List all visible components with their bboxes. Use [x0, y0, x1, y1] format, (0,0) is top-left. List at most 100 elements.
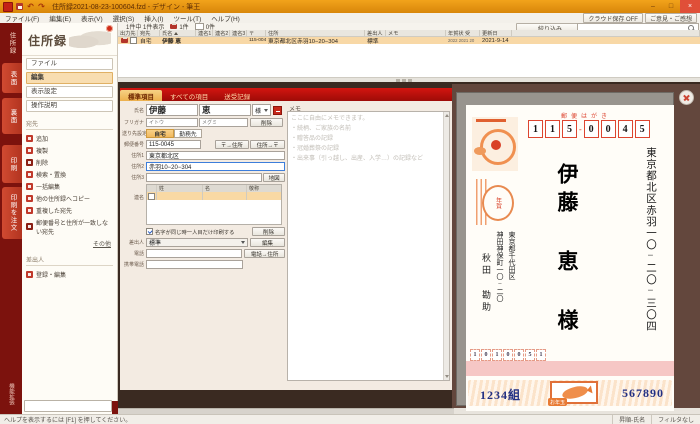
- honorific-value: 様: [255, 108, 262, 115]
- rail-tab-extensions[interactable]: 機能拡張: [0, 377, 22, 411]
- same-surname-option[interactable]: 名字が同じ時一人目だけ印刷する: [146, 228, 234, 236]
- sidebar-nav-edit[interactable]: 編集: [26, 72, 113, 84]
- sidebar-item-duplicate[interactable]: 複製: [26, 144, 113, 156]
- cell-joint2: [213, 37, 230, 44]
- col-address[interactable]: 住所: [266, 30, 365, 37]
- zip-field[interactable]: 115-0045: [146, 140, 201, 149]
- col-nenga[interactable]: 年賀状 受: [446, 30, 480, 37]
- map-button[interactable]: 地図: [263, 173, 285, 182]
- add-icon: [26, 134, 33, 142]
- phone-to-address-button[interactable]: 電話→住所: [244, 249, 285, 258]
- joint-row-checkbox[interactable]: [148, 192, 155, 200]
- col-joint3[interactable]: 連名3: [230, 30, 247, 37]
- col-joint1[interactable]: 連名1: [196, 30, 213, 37]
- same-surname-checkbox[interactable]: [146, 228, 153, 235]
- destination-work-toggle[interactable]: 勤務先: [174, 129, 202, 138]
- delete-joint-button[interactable]: 削除: [252, 227, 285, 236]
- memo-scrollbar[interactable]: [443, 112, 449, 380]
- sender-block[interactable]: 東京都千代田区 神田神保町一〇−二〇 秋田 勘助: [478, 231, 517, 343]
- feedback-button[interactable]: ご意見・ご感想: [644, 13, 697, 23]
- edit-sender-button[interactable]: 編集: [250, 238, 285, 247]
- menu-edit[interactable]: 編集(E): [44, 13, 76, 23]
- close-preview-button[interactable]: [679, 90, 694, 105]
- scroll-up-icon[interactable]: [445, 114, 449, 117]
- col-name[interactable]: 氏名: [160, 30, 196, 37]
- mobile-field[interactable]: [146, 260, 243, 269]
- joint-empty-rows[interactable]: [147, 200, 281, 224]
- minimize-button[interactable]: –: [644, 0, 662, 13]
- col-updated[interactable]: 更新日: [480, 30, 512, 37]
- sidebar-item-register-edit-sender[interactable]: 登録・編集: [26, 268, 113, 280]
- memo-textarea[interactable]: ここに自由にメモできます。 ・続柄、ご家族の名前 ・贈答品の記録 ・冠婚葬祭の記…: [287, 111, 450, 381]
- cell-zip: 115-0045: [249, 38, 266, 43]
- address1-label: 住所1: [131, 153, 144, 159]
- menu-file[interactable]: ファイル(F): [0, 13, 44, 23]
- menu-view[interactable]: 表示(V): [76, 13, 108, 23]
- recipient-address-vertical[interactable]: 東京都北区赤羽一〇−二〇−三〇四: [643, 147, 658, 377]
- more-link[interactable]: その他: [22, 239, 111, 248]
- duplicated-icon: [26, 206, 33, 214]
- sidebar-item-add[interactable]: 追加: [26, 132, 113, 144]
- scroll-down-icon[interactable]: [445, 375, 449, 378]
- close-button[interactable]: ×: [680, 0, 700, 13]
- sender-select[interactable]: 標準: [146, 238, 248, 247]
- trash-icon: [26, 158, 33, 166]
- undo-icon[interactable]: ↶: [26, 2, 35, 11]
- col-recipient-type[interactable]: 宛先: [138, 30, 160, 37]
- delete-furigana-button[interactable]: 削除: [250, 118, 283, 127]
- col-zip[interactable]: 〒: [247, 30, 266, 37]
- sender-zip-digit: 5: [525, 349, 535, 361]
- furigana-last-field[interactable]: イトウ: [146, 118, 198, 127]
- sidebar-item-zip-mismatch[interactable]: 郵便番号と住所が一致しない宛先: [26, 216, 113, 237]
- tab-send-receive-log[interactable]: 送受記録: [216, 90, 258, 101]
- address2-field[interactable]: 赤羽10−20−304: [146, 162, 285, 171]
- sidebar-item-label: 重複した宛先: [36, 208, 73, 215]
- cloud-save-button[interactable]: クラウド保存 OFF: [583, 13, 643, 23]
- sender-zip-digit: 0: [481, 349, 491, 361]
- furigana-first-field[interactable]: メグミ: [199, 118, 248, 127]
- sidebar-item-search-replace[interactable]: 検索・置換: [26, 168, 113, 180]
- sidebar-nav-file[interactable]: ファイル: [26, 58, 113, 70]
- sidebar-item-copy-to-other-book[interactable]: 他の住所録へコピー: [26, 192, 113, 204]
- remove-name-button[interactable]: [273, 105, 282, 115]
- zip-digit: 0: [583, 120, 599, 138]
- joint-selected-row[interactable]: [147, 192, 281, 200]
- sidebar-footer-box[interactable]: [24, 400, 112, 412]
- rail-tab-address-book[interactable]: 住所録: [0, 25, 22, 61]
- sidebar-nav-instructions[interactable]: 操作説明: [26, 100, 113, 112]
- sidebar-nav-display-settings[interactable]: 表示設定: [26, 86, 113, 98]
- address1-field[interactable]: 東京都北区: [146, 151, 285, 160]
- sidebar-item-delete[interactable]: 削除: [26, 156, 113, 168]
- tab-all-fields[interactable]: すべての項目: [162, 90, 216, 101]
- save-icon[interactable]: [15, 2, 24, 11]
- rail-tab-print[interactable]: 印刷: [2, 145, 22, 183]
- rail-tab-front[interactable]: 表面: [2, 63, 22, 93]
- redo-icon[interactable]: ↷: [37, 2, 46, 11]
- first-name-field[interactable]: 恵: [199, 104, 251, 116]
- zip-to-address-button[interactable]: 〒→住所: [214, 140, 250, 149]
- postcard-preview[interactable]: 郵便はがき 1 1 5 - 0 0 4 5 年賀 東京都北区赤羽一〇−二〇−三〇…: [466, 105, 674, 411]
- rail-tab-back[interactable]: 裏面: [2, 98, 22, 134]
- col-joint2[interactable]: 連名2: [213, 30, 230, 37]
- last-name-field[interactable]: 伊藤: [146, 104, 198, 116]
- tab-standard-fields[interactable]: 標準項目: [120, 90, 162, 101]
- col-sender[interactable]: 差出人: [365, 30, 386, 37]
- sidebar-item-duplicated-recipients[interactable]: 重複した宛先: [26, 204, 113, 216]
- sidebar-item-bulk-edit[interactable]: 一括編集: [26, 180, 113, 192]
- honorific-select[interactable]: 様: [252, 104, 271, 116]
- phone-field[interactable]: [146, 249, 243, 258]
- address-to-zip-button[interactable]: 住所→〒: [250, 140, 286, 149]
- gear-icon[interactable]: [106, 25, 113, 32]
- address3-label: 住所3: [131, 175, 144, 181]
- address3-field[interactable]: [146, 173, 263, 182]
- table-row[interactable]: 自宅 伊藤 恵 115-0045 東京都北区赤羽10−20−304 標準 202…: [118, 37, 700, 44]
- list-empty-area[interactable]: [118, 44, 700, 77]
- col-output[interactable]: 出力先: [118, 30, 138, 37]
- rail-tab-order-print[interactable]: 印刷を注文: [2, 187, 22, 239]
- destination-home-toggle[interactable]: 自宅: [146, 129, 174, 138]
- col-memo[interactable]: メモ: [386, 30, 446, 37]
- sender-section-label: 差出人: [26, 255, 113, 266]
- row-checkbox[interactable]: [130, 37, 137, 44]
- sender-zip-digit: 1: [470, 349, 480, 361]
- maximize-button[interactable]: □: [662, 0, 680, 13]
